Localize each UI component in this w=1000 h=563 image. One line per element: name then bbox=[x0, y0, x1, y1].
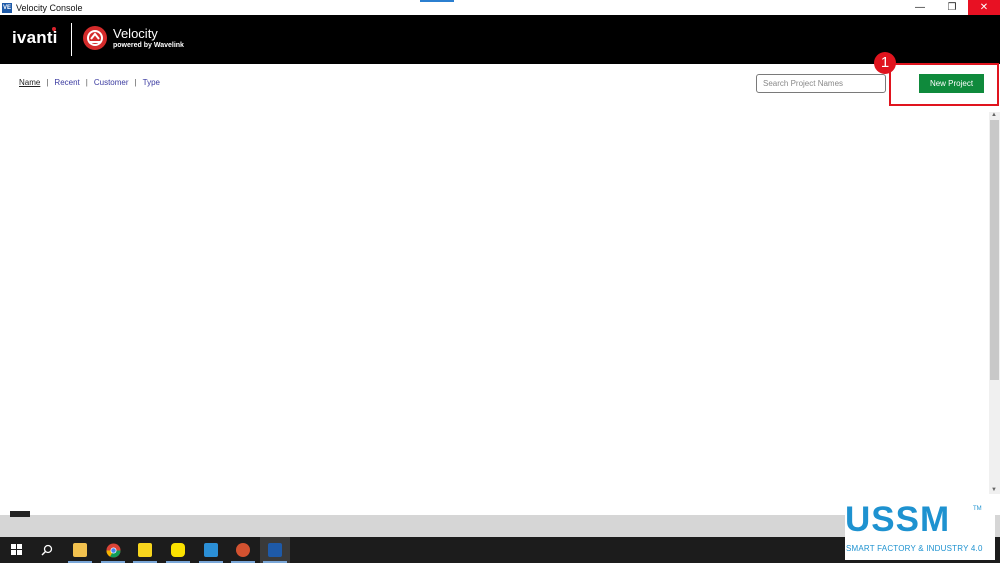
scroll-down-arrow-icon[interactable]: ▼ bbox=[991, 487, 997, 493]
sort-link-recent[interactable]: Recent bbox=[54, 78, 79, 87]
scroll-up-arrow-icon[interactable]: ▲ bbox=[991, 112, 997, 118]
sticky-notes-icon[interactable] bbox=[130, 537, 160, 563]
search-project-names-input[interactable] bbox=[756, 74, 886, 93]
windows-start-icon[interactable] bbox=[2, 537, 32, 563]
ivanti-logo-dot bbox=[52, 27, 56, 31]
velocity-app-icon: VE bbox=[2, 2, 12, 13]
velocity-icon[interactable] bbox=[260, 537, 290, 563]
title-accent-bar bbox=[420, 0, 454, 2]
new-project-button[interactable]: New Project bbox=[919, 74, 984, 93]
status-strip-handle bbox=[10, 511, 30, 517]
sort-link-name[interactable]: Name bbox=[19, 78, 40, 87]
ussm-tagline: SMART FACTORY & INDUSTRY 4.0 bbox=[846, 544, 983, 553]
minimize-button[interactable]: — bbox=[904, 0, 936, 15]
sort-separator: | bbox=[46, 78, 49, 87]
ussm-watermark: USSM TM SMART FACTORY & INDUSTRY 4.0 bbox=[845, 500, 995, 560]
outlook-icon[interactable] bbox=[196, 537, 226, 563]
ivanti-logo: ivanti bbox=[12, 28, 58, 47]
app-header: ivanti Velocity powered by Wavelink bbox=[0, 15, 1000, 64]
ussm-trademark: TM bbox=[973, 506, 982, 512]
scrollbar-thumb[interactable] bbox=[990, 120, 999, 380]
maximize-button[interactable]: ❐ bbox=[936, 0, 968, 15]
ussm-logo: USSM bbox=[845, 500, 951, 539]
product-name: Velocity bbox=[113, 26, 158, 41]
powerpoint-icon[interactable] bbox=[228, 537, 258, 563]
search-icon[interactable] bbox=[32, 537, 62, 563]
window-title: Velocity Console bbox=[16, 2, 83, 13]
velocity-console-window: VE Velocity Console — ❐ ✕ ivanti Velocit… bbox=[0, 0, 1000, 563]
sort-link-type[interactable]: Type bbox=[143, 78, 160, 87]
sort-bar: Name | Recent | Customer | Type bbox=[19, 78, 160, 87]
header-divider bbox=[71, 23, 72, 56]
sort-separator: | bbox=[134, 78, 137, 87]
velocity-gear-icon bbox=[83, 26, 107, 50]
file-explorer-icon[interactable] bbox=[65, 537, 95, 563]
annotation-step-badge: 1 bbox=[874, 52, 896, 74]
kakaotalk-icon[interactable] bbox=[163, 537, 193, 563]
sort-separator: | bbox=[85, 78, 88, 87]
sort-link-customer[interactable]: Customer bbox=[94, 78, 129, 87]
product-subtitle: powered by Wavelink bbox=[113, 42, 184, 49]
chrome-icon[interactable] bbox=[98, 537, 128, 563]
close-button[interactable]: ✕ bbox=[968, 0, 1000, 15]
title-bar: VE Velocity Console bbox=[0, 0, 1000, 15]
